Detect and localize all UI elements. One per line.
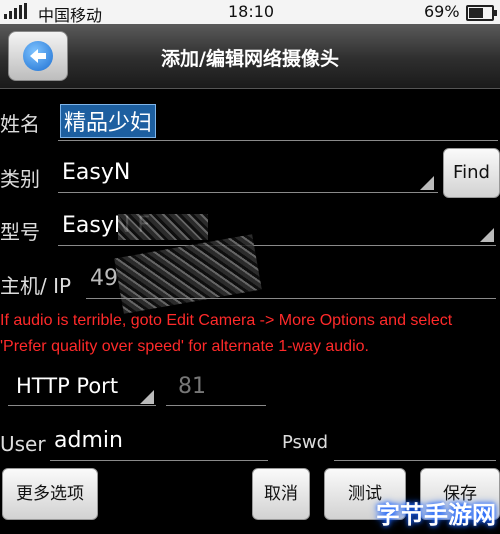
host-label: 主机/ IP <box>0 274 72 298</box>
port-type-select[interactable]: HTTP Port <box>16 374 118 398</box>
user-label: User <box>0 432 46 456</box>
name-input[interactable]: 精品少妇 <box>60 104 157 138</box>
signal-icon <box>4 3 32 19</box>
status-time: 18:10 <box>228 2 275 21</box>
battery-percent: 69% <box>424 2 460 21</box>
watermark-logo: 字节手游网 <box>376 501 496 529</box>
dropdown-arrow-icon <box>480 228 494 242</box>
port-input[interactable]: 81 <box>178 374 206 399</box>
user-input[interactable]: admin <box>54 428 123 453</box>
model-label: 型号 <box>0 220 40 244</box>
battery-icon <box>466 5 497 21</box>
cancel-button[interactable]: 取消 <box>252 468 310 520</box>
name-label: 姓名 <box>0 112 40 136</box>
audio-warning: If audio is terrible, goto Edit Camera -… <box>0 312 453 355</box>
host-input[interactable]: 49 <box>90 266 118 291</box>
carrier-name: 中国移动 <box>38 6 103 25</box>
dropdown-arrow-icon <box>420 176 434 190</box>
nav-bar: 添加/编辑网络摄像头 <box>0 24 500 89</box>
dropdown-arrow-icon <box>140 390 154 404</box>
page-title: 添加/编辑网络摄像头 <box>161 48 339 70</box>
redacted-mask <box>118 214 208 240</box>
category-label: 类别 <box>0 167 40 191</box>
category-select[interactable]: EasyN <box>62 160 130 185</box>
status-bar: 中国移动 18:10 69% <box>0 0 500 25</box>
redacted-mask <box>114 234 262 314</box>
more-options-button[interactable]: 更多选项 <box>2 468 98 520</box>
pswd-label: Pswd <box>282 432 329 453</box>
find-button[interactable]: Find <box>443 148 500 198</box>
